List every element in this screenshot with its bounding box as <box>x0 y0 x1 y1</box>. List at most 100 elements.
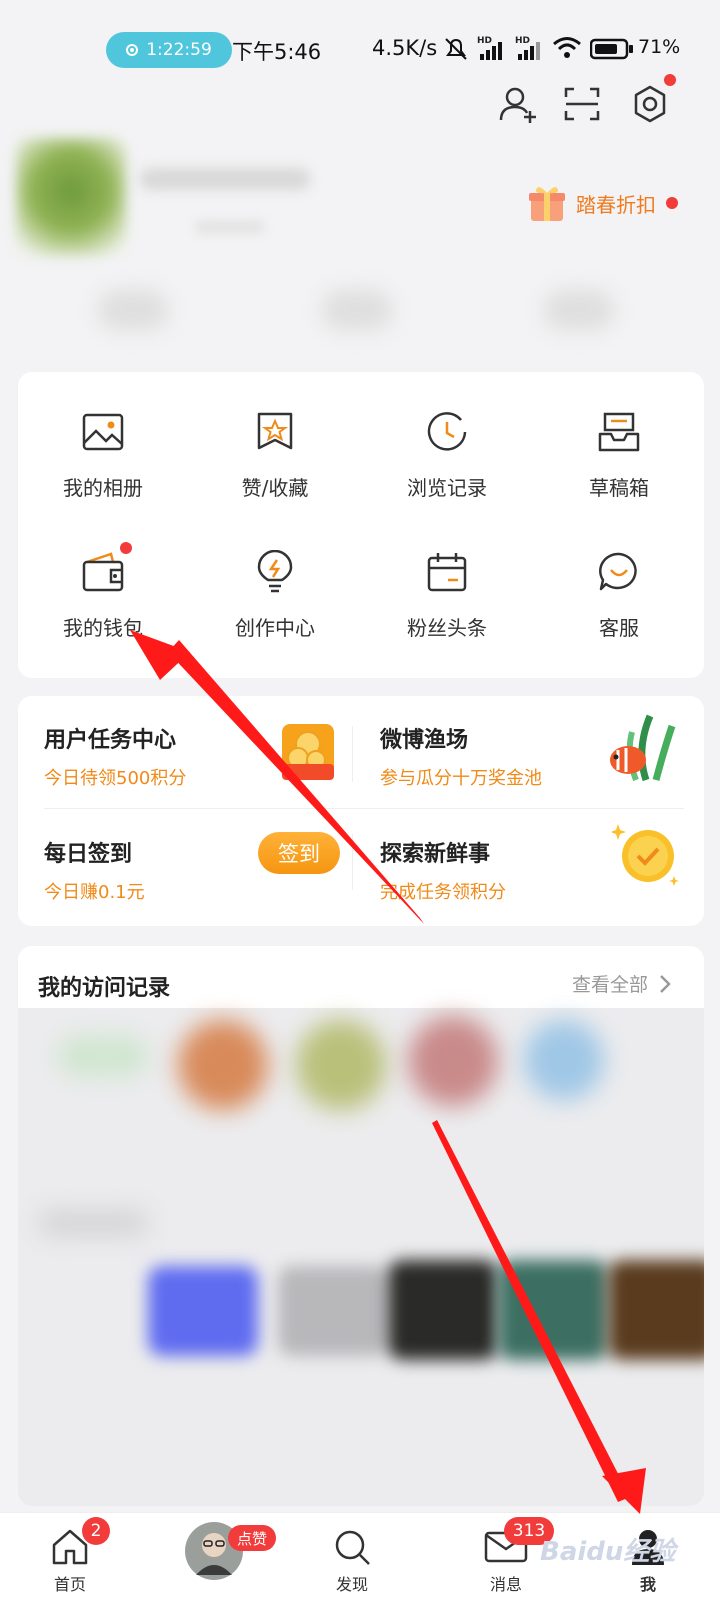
nav-like-avatar[interactable]: 点赞 <box>184 1521 276 1581</box>
history-clock-icon <box>427 412 467 451</box>
explore-subtitle: 完成任务领积分 <box>380 882 506 903</box>
fishing-subtitle: 参与瓜分十万奖金池 <box>380 768 542 789</box>
promo-label: 踏春折扣 <box>576 192 656 217</box>
drafts-tray-icon <box>598 412 640 452</box>
clock: 下午5:46 <box>232 40 322 64</box>
tasks-card: 用户任务中心 今日待领500积分 微博渔场 参与瓜分十万奖金池 每日签到 今日赚… <box>18 696 704 926</box>
chat-smile-icon <box>599 552 637 591</box>
blurred-section-heading <box>38 1210 148 1236</box>
status-bar: 1:22:59 下午5:46 4.5K/s HD HD 71% <box>0 0 720 100</box>
checkin-button[interactable]: 签到 <box>258 832 340 874</box>
grid-item-likes-favorites[interactable]: 赞/收藏 <box>190 410 360 520</box>
bookmark-star-icon <box>257 412 293 450</box>
photo-album-icon <box>82 413 124 451</box>
weibo-fishing[interactable]: 微博渔场 参与瓜分十万奖金池 <box>380 722 542 790</box>
nav-home-badge: 2 <box>82 1517 110 1545</box>
signal-icon-1 <box>480 42 502 60</box>
grid-label-creator-center: 创作中心 <box>235 616 315 640</box>
grid-label-likes-favorites: 赞/收藏 <box>241 476 309 500</box>
grid-item-wallet[interactable]: 我的钱包 <box>18 550 188 660</box>
promo-notification-dot <box>666 197 678 209</box>
nav-me-label: 我 <box>639 1575 656 1594</box>
grid-item-customer-service[interactable]: 客服 <box>534 550 704 660</box>
grid-item-history[interactable]: 浏览记录 <box>362 410 532 520</box>
task-divider-horizontal <box>44 808 684 809</box>
blurred-card-dark[interactable] <box>388 1260 498 1360</box>
grid-label-customer-service: 客服 <box>599 616 639 640</box>
profile-name-blurred[interactable] <box>140 168 310 190</box>
bell-muted-icon <box>445 38 467 60</box>
fishing-title: 微博渔场 <box>380 728 469 753</box>
grid-label-album: 我的相册 <box>63 476 143 500</box>
visit-record-title: 我的访问记录 <box>38 976 171 1001</box>
wifi-icon <box>553 37 581 58</box>
nav-discover-label: 发现 <box>335 1575 368 1594</box>
nav-messages-label: 消息 <box>489 1575 522 1594</box>
chevron-right-icon <box>660 974 671 993</box>
user-task-title: 用户任务中心 <box>44 728 177 753</box>
signal-icon-2 <box>518 42 540 60</box>
baidu-watermark: Baidu经验 <box>540 1537 676 1567</box>
spring-discount-promo[interactable]: 踏春折扣 <box>528 183 678 223</box>
explore-news[interactable]: 探索新鲜事 完成任务领积分 <box>380 836 506 904</box>
nav-home[interactable]: 首页 2 <box>40 1513 110 1601</box>
blurred-visit-item-1[interactable] <box>58 1036 148 1076</box>
add-friend-icon[interactable] <box>498 84 538 124</box>
grid-item-album[interactable]: 我的相册 <box>18 410 188 520</box>
record-icon <box>126 44 139 56</box>
blurred-visit-item-4[interactable] <box>408 1016 498 1106</box>
task-divider-bottom <box>352 834 353 890</box>
settings-notification-dot <box>664 74 676 86</box>
grid-item-fan-headlines[interactable]: 粉丝头条 <box>362 550 532 660</box>
nav-home-label: 首页 <box>53 1575 86 1594</box>
checkin-title: 每日签到 <box>44 842 133 867</box>
profile-subtitle-blurred <box>195 220 265 234</box>
stat-blurred-1[interactable] <box>98 290 168 330</box>
daily-checkin[interactable]: 每日签到 今日赚0.1元 <box>44 836 145 904</box>
settings-gear-icon[interactable] <box>630 84 670 124</box>
user-task-subtitle: 今日待领500积分 <box>44 768 187 789</box>
calendar-icon <box>427 553 467 592</box>
user-task-center[interactable]: 用户任务中心 今日待领500积分 <box>44 722 186 790</box>
view-all-label: 查看全部 <box>572 974 649 996</box>
blurred-visit-item-2[interactable] <box>178 1020 268 1110</box>
blurred-card-teal[interactable] <box>498 1260 608 1360</box>
grid-item-creator-center[interactable]: 创作中心 <box>190 550 360 660</box>
blurred-card-gray[interactable] <box>278 1266 388 1356</box>
blurred-card-blue[interactable] <box>148 1266 258 1356</box>
scan-icon[interactable] <box>562 84 602 124</box>
grid-label-wallet: 我的钱包 <box>63 616 143 640</box>
explore-title: 探索新鲜事 <box>380 842 491 867</box>
blurred-card-brown[interactable] <box>608 1260 704 1360</box>
coin-box-icon <box>282 724 334 780</box>
search-icon <box>335 1530 370 1565</box>
grid-label-history: 浏览记录 <box>407 476 487 500</box>
screen-record-indicator[interactable]: 1:22:59 <box>106 32 232 68</box>
nav-messages[interactable]: 消息 313 <box>476 1513 554 1601</box>
grid-item-drafts[interactable]: 草稿箱 <box>534 410 704 520</box>
gift-icon <box>529 187 565 221</box>
wallet-icon <box>82 552 124 592</box>
blurred-visit-item-3[interactable] <box>296 1020 386 1110</box>
task-divider-top <box>352 726 353 782</box>
visit-record-card: 我的访问记录 查看全部 <box>18 946 704 1506</box>
battery-icon <box>590 38 633 60</box>
stat-blurred-2[interactable] <box>322 290 392 330</box>
gold-check-medal-icon <box>612 824 679 886</box>
battery-percent: 71% <box>638 36 681 58</box>
nav-like-badge: 点赞 <box>228 1525 276 1551</box>
nav-discover[interactable]: 发现 <box>322 1513 382 1601</box>
lightbulb-icon <box>257 550 293 593</box>
view-all-link[interactable]: 查看全部 <box>572 970 672 997</box>
record-time: 1:22:59 <box>146 40 212 60</box>
grid-label-fan-headlines: 粉丝头条 <box>407 616 487 640</box>
bottom-nav: 首页 2 点赞 发现 消息 313 我 Baidu经验 <box>0 1512 720 1601</box>
blurred-visit-item-5[interactable] <box>524 1020 604 1100</box>
stat-blurred-3[interactable] <box>544 290 614 330</box>
grid-label-drafts: 草稿箱 <box>589 476 649 500</box>
profile-avatar[interactable] <box>16 138 126 256</box>
wallet-notification-dot <box>120 542 132 554</box>
network-speed: 4.5K/s <box>372 36 438 60</box>
checkin-subtitle: 今日赚0.1元 <box>44 882 145 903</box>
fish-plants-icon <box>610 714 676 782</box>
